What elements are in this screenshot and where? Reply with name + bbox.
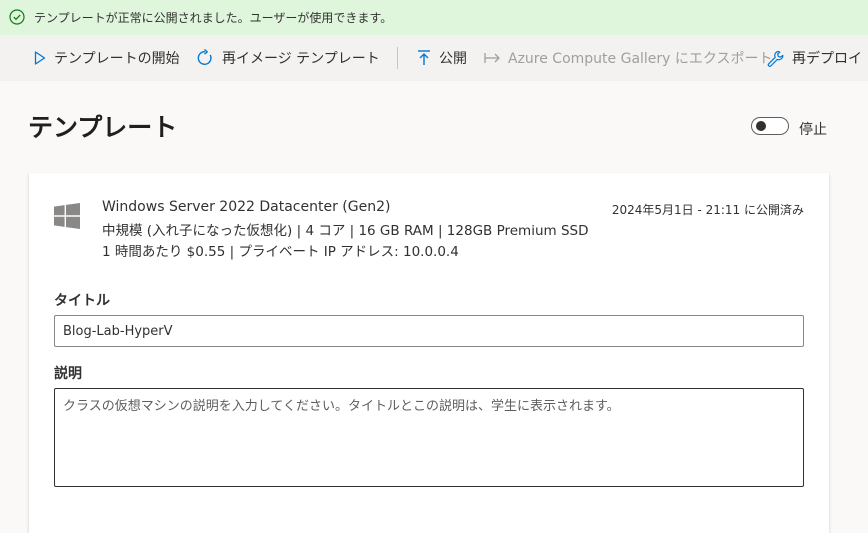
start-template-label: テンプレートの開始 xyxy=(54,51,180,67)
page-title: テンプレート xyxy=(28,113,178,142)
description-textarea[interactable] xyxy=(54,388,804,487)
banner-message: テンプレートが正常に公開されました。ユーザーが使用できます。 xyxy=(34,11,393,25)
success-check-icon xyxy=(9,9,25,25)
published-timestamp: 2024年5月1日 - 21:11 に公開済み xyxy=(611,203,804,217)
title-label: タイトル xyxy=(54,293,110,309)
start-template-button[interactable]: テンプレートの開始 xyxy=(34,35,180,81)
description-label: 説明 xyxy=(54,366,82,382)
export-gallery-label: Azure Compute Gallery にエクスポート xyxy=(508,51,773,67)
vm-cost-ip: 1 時間あたり $0.55 | プライベート IP アドレス: 10.0.0.4 xyxy=(102,244,459,260)
success-banner: テンプレートが正常に公開されました。ユーザーが使用できます。 xyxy=(0,0,868,35)
stop-toggle[interactable] xyxy=(751,117,789,135)
redeploy-label: 再デプロイ xyxy=(792,51,862,67)
upload-arrow-icon xyxy=(417,50,431,66)
toolbar-divider xyxy=(397,47,398,69)
wrench-icon xyxy=(767,50,784,67)
os-name: Windows Server 2022 Datacenter (Gen2) xyxy=(102,199,391,215)
refresh-icon xyxy=(196,49,214,67)
reimage-template-label: 再イメージ テンプレート xyxy=(222,51,380,67)
redeploy-button[interactable]: 再デプロイ xyxy=(767,35,862,81)
toggle-knob xyxy=(756,121,766,131)
title-input[interactable] xyxy=(54,315,804,347)
command-bar: テンプレートの開始 再イメージ テンプレート 公開 Azure Compute … xyxy=(0,35,868,81)
windows-logo-icon xyxy=(54,203,80,229)
reimage-template-button[interactable]: 再イメージ テンプレート xyxy=(196,35,380,81)
play-icon xyxy=(34,51,46,65)
export-arrow-icon xyxy=(484,52,500,64)
template-card: Windows Server 2022 Datacenter (Gen2) 中規… xyxy=(29,173,829,533)
toggle-label: 停止 xyxy=(799,122,827,138)
export-gallery-button[interactable]: Azure Compute Gallery にエクスポート xyxy=(484,35,773,81)
vm-size-specs: 中規模 (入れ子になった仮想化) | 4 コア | 16 GB RAM | 12… xyxy=(102,223,589,239)
publish-label: 公開 xyxy=(439,51,467,67)
publish-button[interactable]: 公開 xyxy=(417,35,467,81)
